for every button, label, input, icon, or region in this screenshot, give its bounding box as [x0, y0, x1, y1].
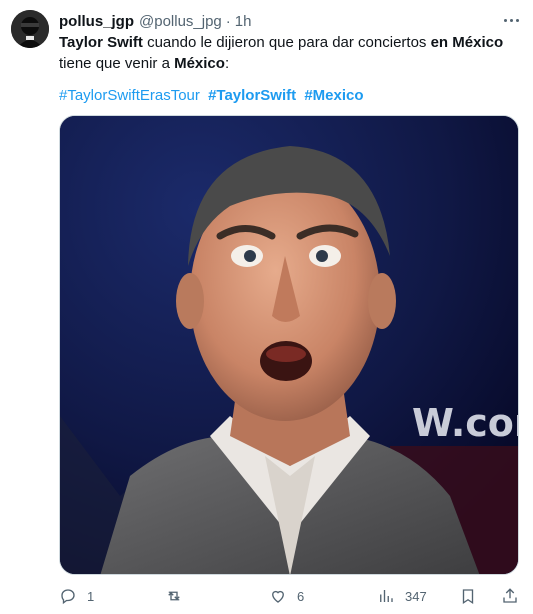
hashtag-link[interactable]: #Mexico	[304, 87, 363, 104]
heart-icon	[272, 590, 284, 603]
retweet-button[interactable]	[165, 582, 193, 610]
text-bold-name: Taylor Swift	[59, 34, 143, 51]
avatar[interactable]	[11, 10, 49, 48]
author-handle[interactable]: @pollus_jpg	[139, 13, 222, 30]
share-button[interactable]	[501, 582, 519, 610]
text-segment: cuando le dijieron que para dar conciert…	[142, 34, 431, 51]
reply-icon	[61, 589, 75, 605]
bookmark-icon	[462, 589, 474, 605]
tweet-header: pollus_jgp @pollus_jpg · 1h	[59, 10, 523, 32]
reply-count: 1	[87, 588, 95, 604]
tweet-text: Taylor Swift cuando le dijieron que para…	[59, 32, 519, 74]
bookmark-button[interactable]	[459, 582, 477, 610]
like-button[interactable]: 6	[269, 582, 304, 610]
tweet-card[interactable]: pollus_jgp @pollus_jpg · 1h Taylor Swift…	[0, 0, 533, 614]
text-bold-place: México	[174, 55, 225, 72]
tweet-actions: 1 6 347	[59, 582, 525, 610]
tweet-media-image[interactable]: W.com	[59, 115, 519, 575]
share-icon	[503, 588, 517, 603]
views-chart-icon	[380, 590, 393, 602]
like-count: 6	[297, 588, 305, 604]
author-name[interactable]: pollus_jgp	[59, 13, 134, 30]
separator-dot: ·	[225, 12, 231, 30]
reply-button[interactable]: 1	[59, 582, 94, 610]
more-horizontal-icon[interactable]	[501, 12, 521, 28]
text-segment: tiene que venir a	[59, 55, 175, 72]
views-button[interactable]: 347	[377, 582, 427, 610]
hashtag-link[interactable]: #TaylorSwiftErasTour	[59, 87, 200, 104]
retweet-icon	[168, 591, 180, 601]
media-watermark: W.com	[412, 401, 519, 445]
views-count: 347	[405, 588, 427, 604]
hashtag-link[interactable]: #TaylorSwift	[208, 87, 296, 104]
text-bold-place: en México	[430, 34, 504, 51]
text-segment: :	[224, 55, 230, 72]
timestamp[interactable]: 1h	[235, 13, 252, 30]
hashtags: #TaylorSwiftErasTour #TaylorSwift #Mexic…	[59, 85, 368, 106]
